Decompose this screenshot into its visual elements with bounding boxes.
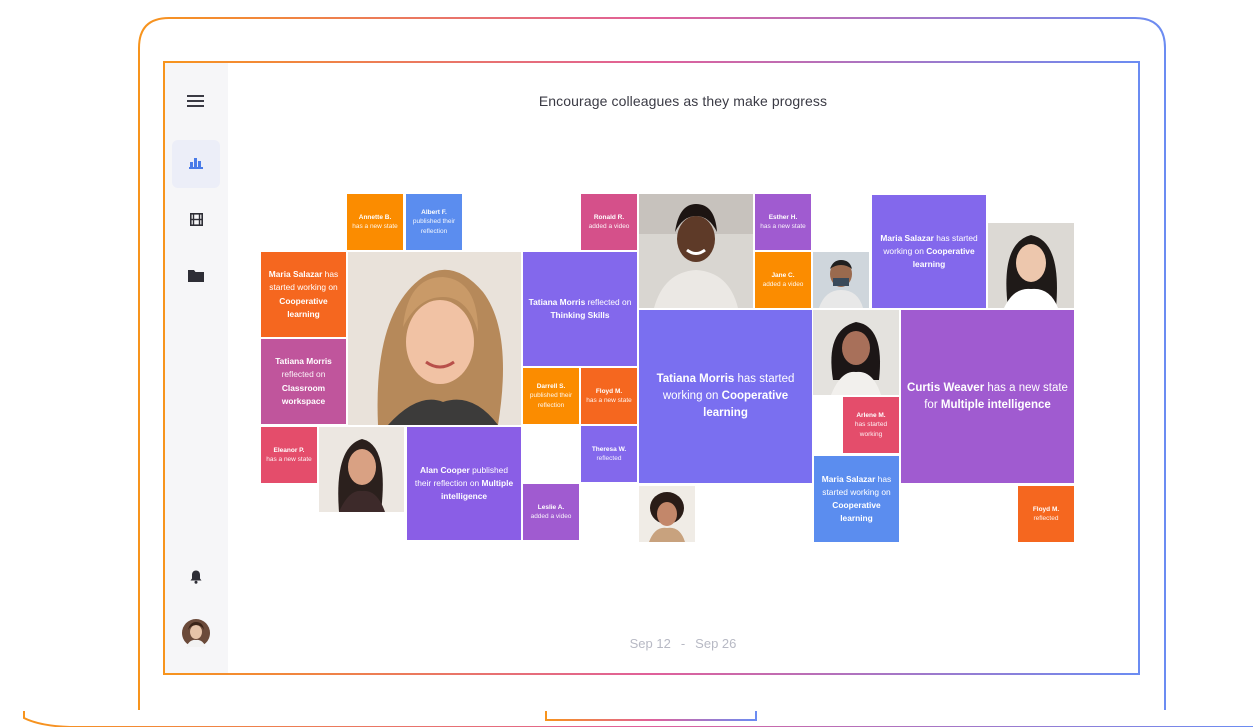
date-separator: - bbox=[680, 636, 686, 651]
nav-videos[interactable] bbox=[172, 195, 220, 243]
activity-tile-arlene[interactable]: Arlene M. has started working bbox=[843, 397, 899, 453]
main-content: Encourage colleagues as they make progre… bbox=[228, 63, 1138, 673]
tile-topic: Cooperative learning bbox=[832, 500, 881, 524]
tile-action: added a video bbox=[588, 223, 630, 230]
menu-icon bbox=[187, 95, 204, 107]
tile-action: published their reflection bbox=[529, 392, 573, 409]
activity-tile-theresa[interactable]: Theresa W. reflected bbox=[581, 426, 637, 482]
tile-name: Eleanor P. bbox=[273, 446, 305, 454]
tile-action: reflected on bbox=[281, 369, 326, 380]
tile-name: Alan Cooper bbox=[420, 464, 470, 475]
tile-action: added a video bbox=[762, 281, 804, 288]
activity-tile-ronald[interactable]: Ronald R. added a video bbox=[581, 194, 637, 250]
film-icon bbox=[189, 212, 203, 226]
colleague-photo[interactable] bbox=[813, 252, 869, 308]
activity-tile-floyd[interactable]: Floyd M. has a new state bbox=[581, 368, 637, 424]
tile-action: has a new state bbox=[266, 456, 312, 463]
photo-image bbox=[639, 194, 753, 308]
photo-image bbox=[988, 223, 1074, 308]
tile-name: Esther H. bbox=[768, 213, 798, 221]
tile-name: Maria Salazar bbox=[880, 232, 934, 243]
activity-tile-jane[interactable]: Jane C. added a video bbox=[755, 252, 811, 308]
colleague-photo[interactable] bbox=[319, 427, 404, 512]
tile-topic: Multiple intelligence bbox=[940, 398, 1051, 411]
activity-tile-annette[interactable]: Annette B. has a new state bbox=[347, 194, 403, 250]
activity-tile-maria-cooperative[interactable]: Maria Salazar has started working on Coo… bbox=[814, 456, 899, 542]
activity-tile-esther[interactable]: Esther H. has a new state bbox=[755, 194, 811, 250]
activity-tile-albert[interactable]: Albert F. published their reflection bbox=[406, 194, 462, 250]
tile-name: Tatiana Morris bbox=[656, 373, 735, 386]
nav-insights[interactable] bbox=[172, 140, 220, 188]
page-heading: Encourage colleagues as they make progre… bbox=[538, 93, 828, 109]
activity-tile-maria-started[interactable]: Maria Salazar has started working on Coo… bbox=[872, 195, 986, 308]
tile-action: has a new state bbox=[760, 223, 806, 230]
photo-image bbox=[348, 252, 521, 425]
nav-folders[interactable] bbox=[172, 251, 220, 299]
tile-topic: Cooperative learning bbox=[279, 295, 328, 319]
tile-name: Tatiana Morris bbox=[528, 296, 586, 307]
tile-name: Jane C. bbox=[771, 271, 795, 279]
tile-name: Tatiana Morris bbox=[275, 356, 332, 367]
activity-tile-maria[interactable]: Maria Salazar has started working on Coo… bbox=[261, 252, 346, 337]
folder-icon bbox=[188, 269, 204, 282]
activity-tile-tatiana[interactable]: Tatiana Morris reflected on Classroom work… bbox=[261, 339, 346, 424]
photo-image bbox=[813, 252, 869, 308]
notifications-button[interactable] bbox=[172, 553, 220, 601]
tile-name: Curtis Weaver bbox=[907, 381, 985, 394]
tile-topic: Thinking Skills bbox=[550, 310, 610, 320]
photo-image bbox=[319, 427, 404, 512]
sidebar bbox=[165, 63, 228, 673]
tile-name: Ronald R. bbox=[593, 213, 625, 221]
bar-chart-icon bbox=[189, 158, 203, 169]
activity-tile-darrell[interactable]: Darrell S. published their reflection bbox=[523, 368, 579, 424]
colleague-photo[interactable] bbox=[639, 486, 695, 542]
activity-tile-leslie[interactable]: Leslie A. added a video bbox=[523, 484, 579, 540]
tile-name: Albert F. bbox=[421, 208, 447, 216]
colleague-photo[interactable] bbox=[348, 252, 521, 425]
tile-action: added a video bbox=[530, 513, 572, 520]
tile-name: Maria Salazar bbox=[268, 269, 323, 280]
tile-action: has a new state bbox=[352, 223, 398, 230]
tile-name: Annette B. bbox=[358, 213, 392, 221]
tile-topic: Classroom workspace bbox=[281, 382, 326, 406]
colleague-photo[interactable] bbox=[988, 223, 1074, 308]
app-screen: Encourage colleagues as they make progre… bbox=[165, 63, 1138, 673]
tile-name: Leslie A. bbox=[537, 503, 565, 511]
tile-name: Maria Salazar bbox=[821, 473, 876, 484]
tile-action: reflected bbox=[596, 455, 622, 462]
tile-action: reflected on bbox=[587, 296, 632, 307]
profile-button[interactable] bbox=[172, 609, 220, 657]
activity-tile-floyd-reflected[interactable]: Floyd M. reflected bbox=[1018, 486, 1074, 542]
tile-name: Darrell S. bbox=[536, 382, 566, 390]
photo-image bbox=[639, 486, 695, 542]
colleague-photo[interactable] bbox=[813, 310, 899, 395]
bell-icon bbox=[190, 570, 202, 584]
colleague-photo[interactable] bbox=[639, 194, 753, 308]
menu-button[interactable] bbox=[172, 77, 220, 125]
tile-action: has a new state bbox=[586, 397, 632, 404]
tile-name: Theresa W. bbox=[591, 445, 627, 453]
tile-action: reflected bbox=[1033, 515, 1059, 522]
tile-name: Floyd M. bbox=[595, 387, 623, 395]
date-range[interactable]: Sep 12- Sep 26 bbox=[228, 636, 1138, 651]
activity-tile-tatiana-cooperative[interactable]: Tatiana Morris has started working on Co… bbox=[639, 310, 812, 483]
activity-tile-curtis[interactable]: Curtis Weaver has a new state for Multip… bbox=[901, 310, 1074, 483]
date-end: Sep 26 bbox=[695, 636, 737, 651]
activity-tile-tatiana-thinking[interactable]: Tatiana Morris reflected on Thinking Ski… bbox=[523, 252, 637, 366]
date-start: Sep 12 bbox=[629, 636, 671, 651]
tile-name: Arlene M. bbox=[856, 411, 886, 419]
tile-name: Floyd M. bbox=[1032, 505, 1060, 513]
activity-tile-alan[interactable]: Alan Cooper published their reflection o… bbox=[407, 427, 521, 540]
tile-action: published their reflection bbox=[412, 218, 456, 235]
avatar bbox=[182, 619, 210, 647]
photo-image bbox=[813, 310, 899, 395]
tile-action: has started working bbox=[854, 421, 888, 438]
activity-tile-eleanor[interactable]: Eleanor P. has a new state bbox=[261, 427, 317, 483]
